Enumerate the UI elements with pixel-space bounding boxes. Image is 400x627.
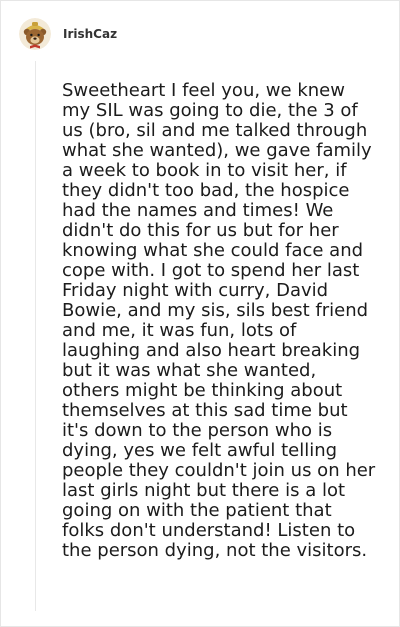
comment-header: IrishCaz <box>19 18 117 50</box>
username[interactable]: IrishCaz <box>63 27 117 41</box>
comment-body: Sweetheart I feel you, we knew my SIL wa… <box>62 80 376 561</box>
thread-line[interactable] <box>35 61 36 611</box>
avatar[interactable] <box>19 18 51 50</box>
comment-card: IrishCaz Sweetheart I feel you, we knew … <box>0 0 400 627</box>
bear-avatar-icon <box>19 18 51 50</box>
